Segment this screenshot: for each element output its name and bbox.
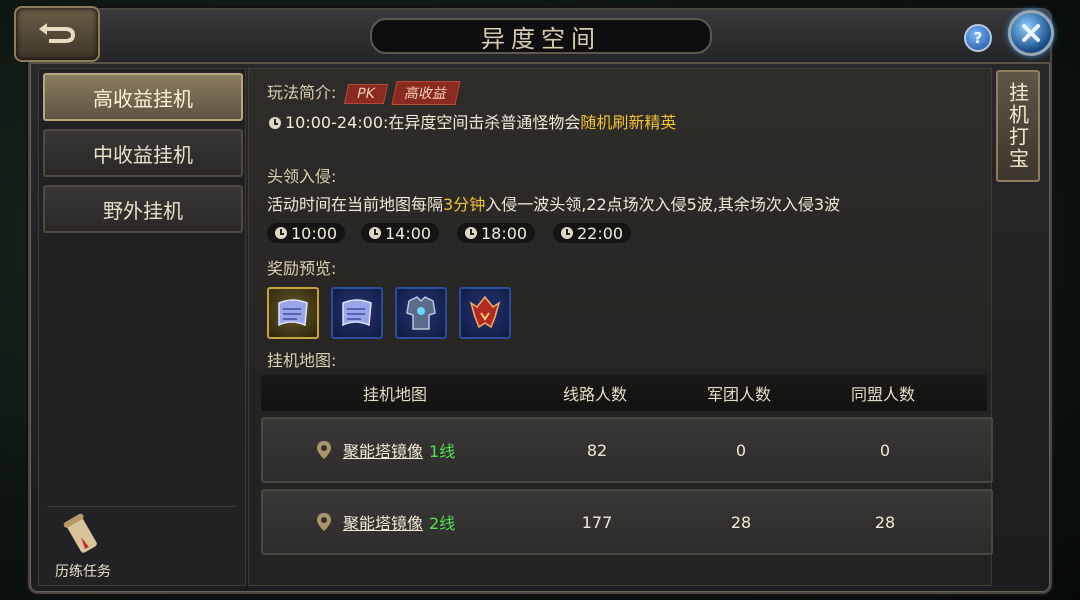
location-pin-icon [317,441,331,459]
close-icon [1022,24,1040,42]
boss-desc-suffix: 入侵一波头领,22点场次入侵5波,其余场次入侵3波 [485,195,841,214]
reward-item-4[interactable] [459,287,511,339]
line-count-cell: 82 [586,440,608,460]
armor-icon [406,296,436,330]
time-slot-label: 22:00 [577,223,624,243]
clock-icon [369,227,381,239]
col-header-legion-count: 军团人数 [706,385,771,404]
sidebar-item-field[interactable]: 野外挂机 [43,185,243,233]
location-pin-icon [317,513,331,531]
col-header-alliance-count: 同盟人数 [850,385,915,404]
intro-label: 玩法简介: [267,83,337,102]
boss-label: 头领入侵: [267,167,337,186]
alliance-count-cell: 0 [879,440,891,460]
intro-time-text: 10:00-24:00:在异度空间击杀普通怪物会 [285,113,581,132]
table-row[interactable]: 聚能塔镜像 2线 177 28 28 [261,489,993,555]
dialog-frame: 异度空间 ? 高收益挂机 中收益挂机 野外挂机 历练任务 玩法简介: PK 高收… [14,6,1054,594]
legion-count-cell: 28 [730,512,752,532]
boss-desc: 活动时间在当前地图每隔3分钟入侵一波头领,22点场次入侵5波,其余场次入侵3波 [267,191,840,215]
back-button[interactable] [14,6,100,62]
alliance-count-cell: 28 [874,512,896,532]
boss-desc-highlight: 3分钟 [443,195,486,214]
map-line-tag: 1线 [429,442,456,461]
tab-idle-treasure[interactable]: 挂机打宝 [996,70,1040,182]
helmet-icon [469,295,501,329]
main-panel: 玩法简介: PK 高收益 10:00-24:00:在异度空间击杀普通怪物会随机刷… [248,68,993,586]
clock-icon [269,117,281,129]
map-name-link[interactable]: 聚能塔镜像 [343,510,423,534]
time-slot-4: 22:00 [553,223,632,243]
line-count-cell: 177 [581,512,613,532]
rewards-label: 奖励预览: [267,259,337,278]
info-section: 玩法简介: PK 高收益 10:00-24:00:在异度空间击杀普通怪物会随机刷… [249,69,991,370]
sidebar: 高收益挂机 中收益挂机 野外挂机 历练任务 [38,68,246,586]
sidebar-item-high-yield[interactable]: 高收益挂机 [43,73,243,121]
tag-pk: PK [343,84,388,104]
scroll-icon [278,299,308,327]
time-slot-2: 14:00 [361,223,440,243]
map-cell: 聚能塔镜像 1线 [313,419,533,481]
time-slot-label: 18:00 [481,223,528,243]
back-arrow-icon [39,23,76,43]
time-slot-3: 18:00 [457,223,536,243]
reward-item-3[interactable] [395,287,447,339]
maps-label: 挂机地图: [267,351,337,370]
training-task-button[interactable]: 历练任务 [47,513,119,581]
col-header-map: 挂机地图 [362,385,427,404]
boss-desc-prefix: 活动时间在当前地图每隔 [267,195,444,214]
map-line-tag: 2线 [429,514,456,533]
tag-high-yield: 高收益 [391,81,461,105]
question-icon: ? [973,29,983,47]
scroll-icon [342,299,372,327]
help-button[interactable]: ? [964,24,992,52]
title-bar: 异度空间 ? [14,6,1054,64]
clock-icon [465,227,477,239]
intro-time-line: 10:00-24:00:在异度空间击杀普通怪物会随机刷新精英 [269,109,676,133]
page-title: 异度空间 [370,18,712,54]
clock-icon [561,227,573,239]
table-row[interactable]: 聚能塔镜像 1线 82 0 0 [261,417,993,483]
scroll-quest-icon [63,513,97,553]
intro-row: 玩法简介: PK 高收益 [267,79,461,105]
reward-item-1[interactable] [267,287,319,339]
sidebar-item-mid-yield[interactable]: 中收益挂机 [43,129,243,177]
reward-item-2[interactable] [331,287,383,339]
col-header-line-count: 线路人数 [562,385,627,404]
map-cell: 聚能塔镜像 2线 [313,491,533,553]
clock-icon [275,227,287,239]
time-slot-label: 14:00 [385,223,432,243]
close-button[interactable] [1008,10,1054,56]
sidebar-divider [47,506,237,507]
map-name-link[interactable]: 聚能塔镜像 [343,438,423,462]
time-slot-1: 10:00 [267,223,346,243]
time-slot-label: 10:00 [291,223,338,243]
intro-time-highlight: 随机刷新精英 [580,113,677,132]
map-table-header: 挂机地图 线路人数 军团人数 同盟人数 [261,375,987,411]
legion-count-cell: 0 [735,440,747,460]
training-task-label: 历练任务 [55,564,111,580]
